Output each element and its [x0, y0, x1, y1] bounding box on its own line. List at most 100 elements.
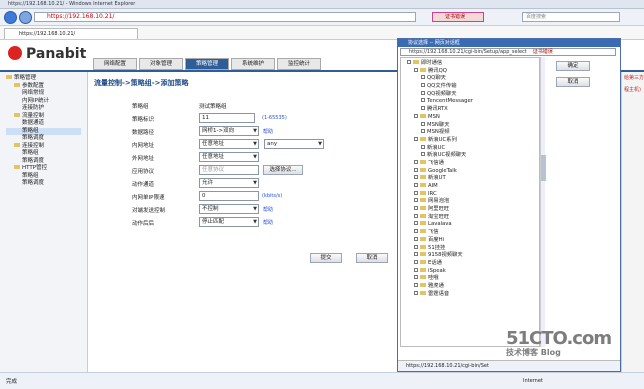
protocol-item[interactable]: 哇哦	[407, 275, 539, 283]
checkbox-icon[interactable]	[421, 129, 425, 134]
checkbox-icon[interactable]	[421, 75, 425, 80]
sidebar-item[interactable]: 策略组	[6, 173, 81, 181]
address-bar[interactable]: https://192.168.10.21/	[34, 12, 416, 22]
checkbox-icon[interactable]	[414, 267, 418, 272]
checkbox-icon[interactable]	[414, 221, 418, 226]
select-protocol-button[interactable]: 选择协议...	[263, 165, 303, 175]
search-input[interactable]: 百度搜索	[522, 12, 620, 22]
checkbox-icon[interactable]	[414, 206, 418, 211]
sidebar-item[interactable]: 策略调度	[6, 180, 81, 188]
protocol-item[interactable]: 9158视频聊天	[407, 252, 539, 260]
intranet-address-select[interactable]: 任意地址	[199, 139, 259, 149]
protocol-item[interactable]: 飞信通	[407, 159, 539, 168]
checkbox-icon[interactable]	[414, 136, 418, 141]
forward-icon[interactable]	[19, 11, 32, 24]
checkbox-icon[interactable]	[414, 67, 418, 72]
checkbox-icon[interactable]	[421, 98, 425, 103]
protocol-item[interactable]: iSpeak	[407, 267, 539, 276]
sidebar-item[interactable]: 策略组	[6, 150, 81, 158]
peer-control-select[interactable]: 不控制	[199, 204, 259, 214]
browser-tab[interactable]: https://192.168.10.21/	[4, 28, 138, 39]
protocol-item[interactable]: QQ视频聊天	[407, 90, 539, 99]
dialog-cancel-button[interactable]: 取消	[556, 77, 590, 87]
protocol-item[interactable]: 阿里旺旺	[407, 206, 539, 214]
policy-id-input[interactable]: 11	[199, 113, 255, 123]
submit-button[interactable]: 提交	[310, 253, 342, 263]
protocol-item[interactable]: Lavalava	[407, 221, 539, 229]
checkbox-icon[interactable]	[414, 167, 418, 172]
intranet-address-select-2[interactable]: any	[264, 139, 324, 149]
protocol-item[interactable]: 雷霆语音	[407, 290, 539, 299]
checkbox-icon[interactable]	[407, 60, 411, 64]
protocol-item[interactable]: 网易泡泡	[407, 198, 539, 206]
checkbox-icon[interactable]	[414, 259, 418, 264]
checkbox-icon[interactable]	[414, 175, 418, 180]
checkbox-icon[interactable]	[414, 190, 418, 195]
protocol-item[interactable]: 雅虎通	[407, 282, 539, 291]
sidebar-item[interactable]: 数据通道	[6, 120, 81, 128]
protocol-item[interactable]: MSN视频	[407, 129, 539, 137]
protocol-item[interactable]: 51挂挂	[407, 244, 539, 253]
protocol-item[interactable]: QQ文件传输	[407, 83, 539, 91]
checkbox-icon[interactable]	[414, 252, 418, 257]
after-action-select[interactable]: 停止匹配	[199, 217, 259, 227]
checkbox-icon[interactable]	[414, 213, 418, 218]
checkbox-icon[interactable]	[421, 121, 425, 126]
checkbox-icon[interactable]	[421, 90, 425, 95]
protocol-item[interactable]: 淘宝旺旺	[407, 213, 539, 222]
checkbox-icon[interactable]	[421, 144, 425, 149]
speed-limit-input[interactable]: 0	[199, 191, 259, 201]
checkbox-icon[interactable]	[414, 282, 418, 287]
dialog-scrollbar[interactable]	[540, 57, 546, 347]
protocol-item[interactable]: QQ聊天	[407, 75, 539, 83]
checkbox-icon[interactable]	[421, 152, 425, 157]
nav-objects[interactable]: 对象管理	[139, 58, 183, 70]
sidebar-item[interactable]: 策略调度	[6, 158, 81, 166]
app-protocol-input[interactable]: 任意协议	[199, 165, 259, 175]
sidebar-item[interactable]: 网络常规	[6, 90, 81, 98]
protocol-item[interactable]: 腾讯RTX	[407, 106, 539, 114]
action-channel-select[interactable]: 允许	[199, 178, 259, 188]
data-path-select[interactable]: 网桥1->双向	[199, 126, 259, 136]
sidebar-item[interactable]: 内网IP统计	[6, 98, 81, 106]
sidebar-item[interactable]: 连接防护	[6, 105, 81, 113]
sidebar-item[interactable]: 流量控制	[6, 112, 81, 121]
sidebar-item[interactable]: 参数配置	[6, 82, 81, 91]
scrollbar-thumb[interactable]	[541, 155, 546, 181]
protocol-item[interactable]: 百度Hi	[407, 236, 539, 245]
dialog-ok-button[interactable]: 确定	[556, 61, 590, 71]
checkbox-icon[interactable]	[414, 275, 418, 280]
checkbox-icon[interactable]	[414, 290, 418, 295]
protocol-item[interactable]: E话通	[407, 259, 539, 268]
sidebar-item[interactable]: 策略组	[6, 127, 81, 135]
protocol-item[interactable]: TencentMessager	[407, 98, 539, 106]
checkbox-icon[interactable]	[414, 159, 418, 164]
nav-network[interactable]: 网络配置	[93, 58, 137, 70]
nav-monitor[interactable]: 监控统计	[277, 58, 321, 70]
extranet-address-select[interactable]: 任意地址	[199, 152, 259, 162]
protocol-item[interactable]: 新浪UC视频聊天	[407, 152, 539, 160]
protocol-item[interactable]: MSN	[407, 113, 539, 122]
checkbox-icon[interactable]	[421, 106, 425, 111]
sidebar-item[interactable]: 策略调度	[6, 135, 81, 143]
checkbox-icon[interactable]	[414, 236, 418, 241]
checkbox-icon[interactable]	[414, 229, 418, 234]
checkbox-icon[interactable]	[414, 113, 418, 118]
nav-policy[interactable]: 策略管理	[185, 58, 229, 70]
nav-system[interactable]: 系统维护	[231, 58, 275, 70]
checkbox-icon[interactable]	[421, 83, 425, 88]
protocol-item[interactable]: 新浪UT	[407, 175, 539, 183]
certificate-error[interactable]: 证书错误	[432, 12, 484, 22]
sidebar-item[interactable]: HTTP管控	[6, 165, 81, 173]
protocol-item[interactable]: IRC	[407, 190, 539, 199]
help-link[interactable]: 帮助	[263, 128, 273, 135]
protocol-item[interactable]: AIM	[407, 183, 539, 191]
checkbox-icon[interactable]	[414, 183, 418, 187]
protocol-item[interactable]: 即时通信	[407, 60, 539, 68]
protocol-item[interactable]: GoogleTalk	[407, 167, 539, 176]
back-icon[interactable]	[4, 11, 17, 24]
sidebar-item[interactable]: 策略管理	[6, 75, 81, 83]
sidebar-item[interactable]: 连接控制	[6, 142, 81, 151]
checkbox-icon[interactable]	[414, 198, 418, 203]
cancel-button[interactable]: 取消	[356, 253, 388, 263]
